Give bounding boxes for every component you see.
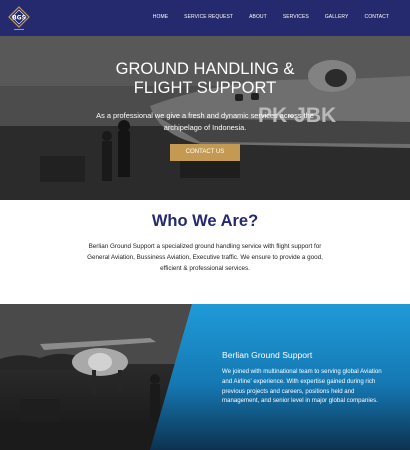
nav-service-request[interactable]: SERVICE REQUEST	[184, 14, 233, 20]
about-title: Berlian Ground Support	[222, 350, 313, 360]
nav-home[interactable]: HOME	[153, 14, 168, 20]
hero-title: GROUND HANDLING & FLIGHT SUPPORT	[0, 60, 410, 98]
who-we-are-section: Who We Are? Berlian Ground Support a spe…	[0, 200, 410, 304]
nav-contact[interactable]: CONTACT	[365, 14, 390, 20]
hero-subtitle: As a professional we give a fresh and dy…	[96, 111, 314, 132]
nav-about[interactable]: ABOUT	[249, 14, 267, 20]
top-navbar: BGS HOME SERVICE REQUEST ABOUT SERVICES …	[0, 0, 410, 36]
contact-us-button[interactable]: CONTACT US	[170, 144, 240, 161]
company-logo[interactable]: BGS	[8, 6, 30, 33]
nav-gallery[interactable]: GALLERY	[325, 14, 349, 20]
hero-section: PK-JBK GROUND HANDLING & FLIGHT SUPPORT …	[0, 36, 410, 200]
nav-services[interactable]: SERVICES	[283, 14, 309, 20]
hero-title-line2: FLIGHT SUPPORT	[133, 79, 277, 97]
who-we-are-title: Who We Are?	[151, 212, 259, 230]
hero-title-line1: GROUND HANDLING &	[115, 60, 295, 78]
about-section: Berlian Ground Support We joined with mu…	[0, 304, 410, 450]
about-text: We joined with multinational team to ser…	[222, 368, 382, 405]
svg-text:BGS: BGS	[12, 15, 26, 22]
who-we-are-text: Berlian Ground Support a specialized gro…	[87, 243, 323, 272]
nav-menu: HOME SERVICE REQUEST ABOUT SERVICES GALL…	[153, 14, 389, 20]
